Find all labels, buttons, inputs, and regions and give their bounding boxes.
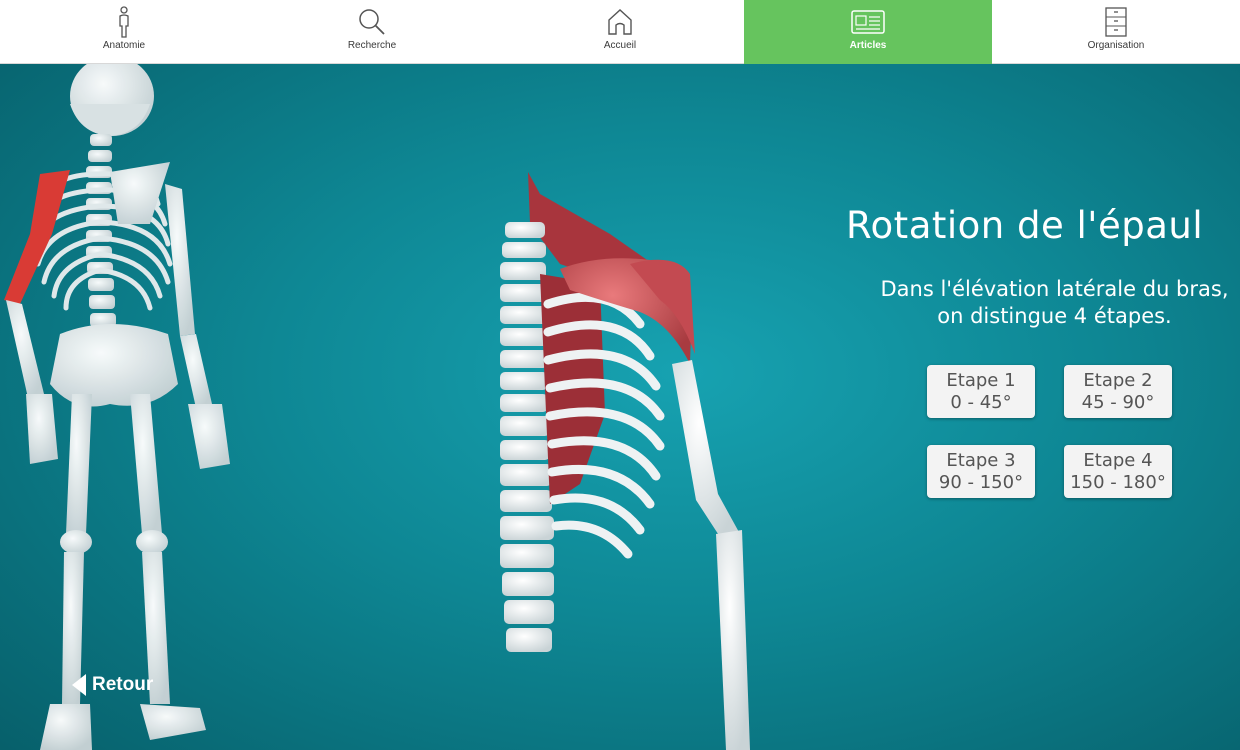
- tab-bar: Anatomie Recherche Accueil Articles Orga…: [0, 0, 1240, 64]
- step-label: Etape 1: [946, 370, 1016, 391]
- tab-label: Anatomie: [102, 40, 146, 51]
- tab-label: Organisation: [1087, 40, 1145, 51]
- tab-anatomie[interactable]: Anatomie: [0, 0, 248, 64]
- step-range: 0 - 45°: [950, 392, 1012, 413]
- tab-organisation[interactable]: Organisation: [992, 0, 1240, 64]
- tab-recherche[interactable]: Recherche: [248, 0, 496, 64]
- newspaper-icon: [851, 6, 885, 38]
- tab-label: Articles: [849, 40, 887, 51]
- tab-label: Accueil: [603, 40, 637, 51]
- step-label: Etape 3: [946, 450, 1016, 471]
- back-arrow-icon: [72, 674, 86, 696]
- article-view: Rotation de l'épaul Dans l'élévation lat…: [0, 64, 1240, 750]
- article-subtitle: Dans l'élévation latérale du bras, on di…: [880, 277, 1229, 328]
- person-icon: [114, 6, 134, 38]
- step-1-button[interactable]: Etape 1 0 - 45°: [927, 365, 1035, 418]
- step-2-button[interactable]: Etape 2 45 - 90°: [1064, 365, 1172, 418]
- back-label: Retour: [92, 674, 154, 695]
- shoulder-model: [500, 172, 750, 750]
- step-range: 45 - 90°: [1081, 392, 1155, 413]
- step-label: Etape 2: [1083, 370, 1153, 391]
- tab-accueil[interactable]: Accueil: [496, 0, 744, 64]
- step-label: Etape 4: [1083, 450, 1153, 471]
- step-4-button[interactable]: Etape 4 150 - 180°: [1064, 445, 1172, 498]
- skeleton-illustration: [4, 64, 750, 750]
- full-skeleton: [4, 64, 230, 750]
- step-range: 90 - 150°: [938, 472, 1024, 493]
- article-title: Rotation de l'épaul: [846, 204, 1204, 247]
- search-icon: [358, 6, 386, 38]
- tab-label: Recherche: [347, 40, 397, 51]
- step-3-button[interactable]: Etape 3 90 - 150°: [927, 445, 1035, 498]
- cabinet-icon: [1105, 6, 1127, 38]
- home-icon: [607, 6, 633, 38]
- tab-articles[interactable]: Articles: [744, 0, 992, 64]
- step-range: 150 - 180°: [1070, 472, 1166, 493]
- back-button[interactable]: Retour: [72, 674, 153, 696]
